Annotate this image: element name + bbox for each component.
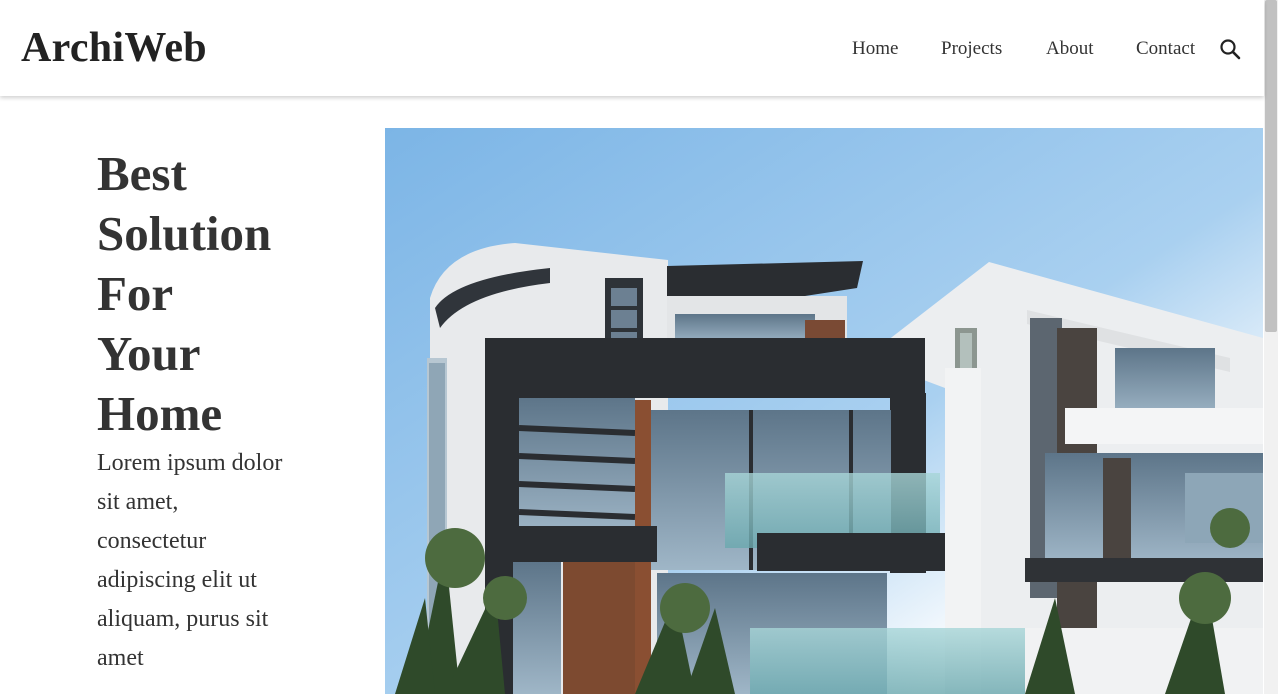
hero-title: Best Solution For Your Home <box>97 144 317 444</box>
site-header: ArchiWeb Home Projects About Contact <box>0 0 1264 96</box>
hero-title-line: Home <box>97 386 223 441</box>
hero-description: Lorem ipsum dolor sit amet, consectetur … <box>97 450 283 671</box>
nav-link-about[interactable]: About <box>1046 36 1094 62</box>
search-icon <box>1220 39 1241 60</box>
hero-title-line: Solution <box>97 206 272 261</box>
hero-title-line: Your <box>97 326 201 381</box>
search-button[interactable] <box>1218 36 1242 62</box>
main-nav: Home Projects About Contact <box>0 36 1264 62</box>
scrollbar-thumb[interactable] <box>1265 0 1277 332</box>
hero-title-line: Best <box>97 146 187 201</box>
nav-link-contact[interactable]: Contact <box>1136 36 1195 62</box>
nav-link-home[interactable]: Home <box>852 36 898 62</box>
page-scrollbar[interactable] <box>1264 0 1278 694</box>
hero-title-line: For <box>97 266 174 321</box>
hero-house-image <box>385 128 1263 694</box>
nav-link-projects[interactable]: Projects <box>941 36 1002 62</box>
house-illustration <box>385 128 1263 694</box>
